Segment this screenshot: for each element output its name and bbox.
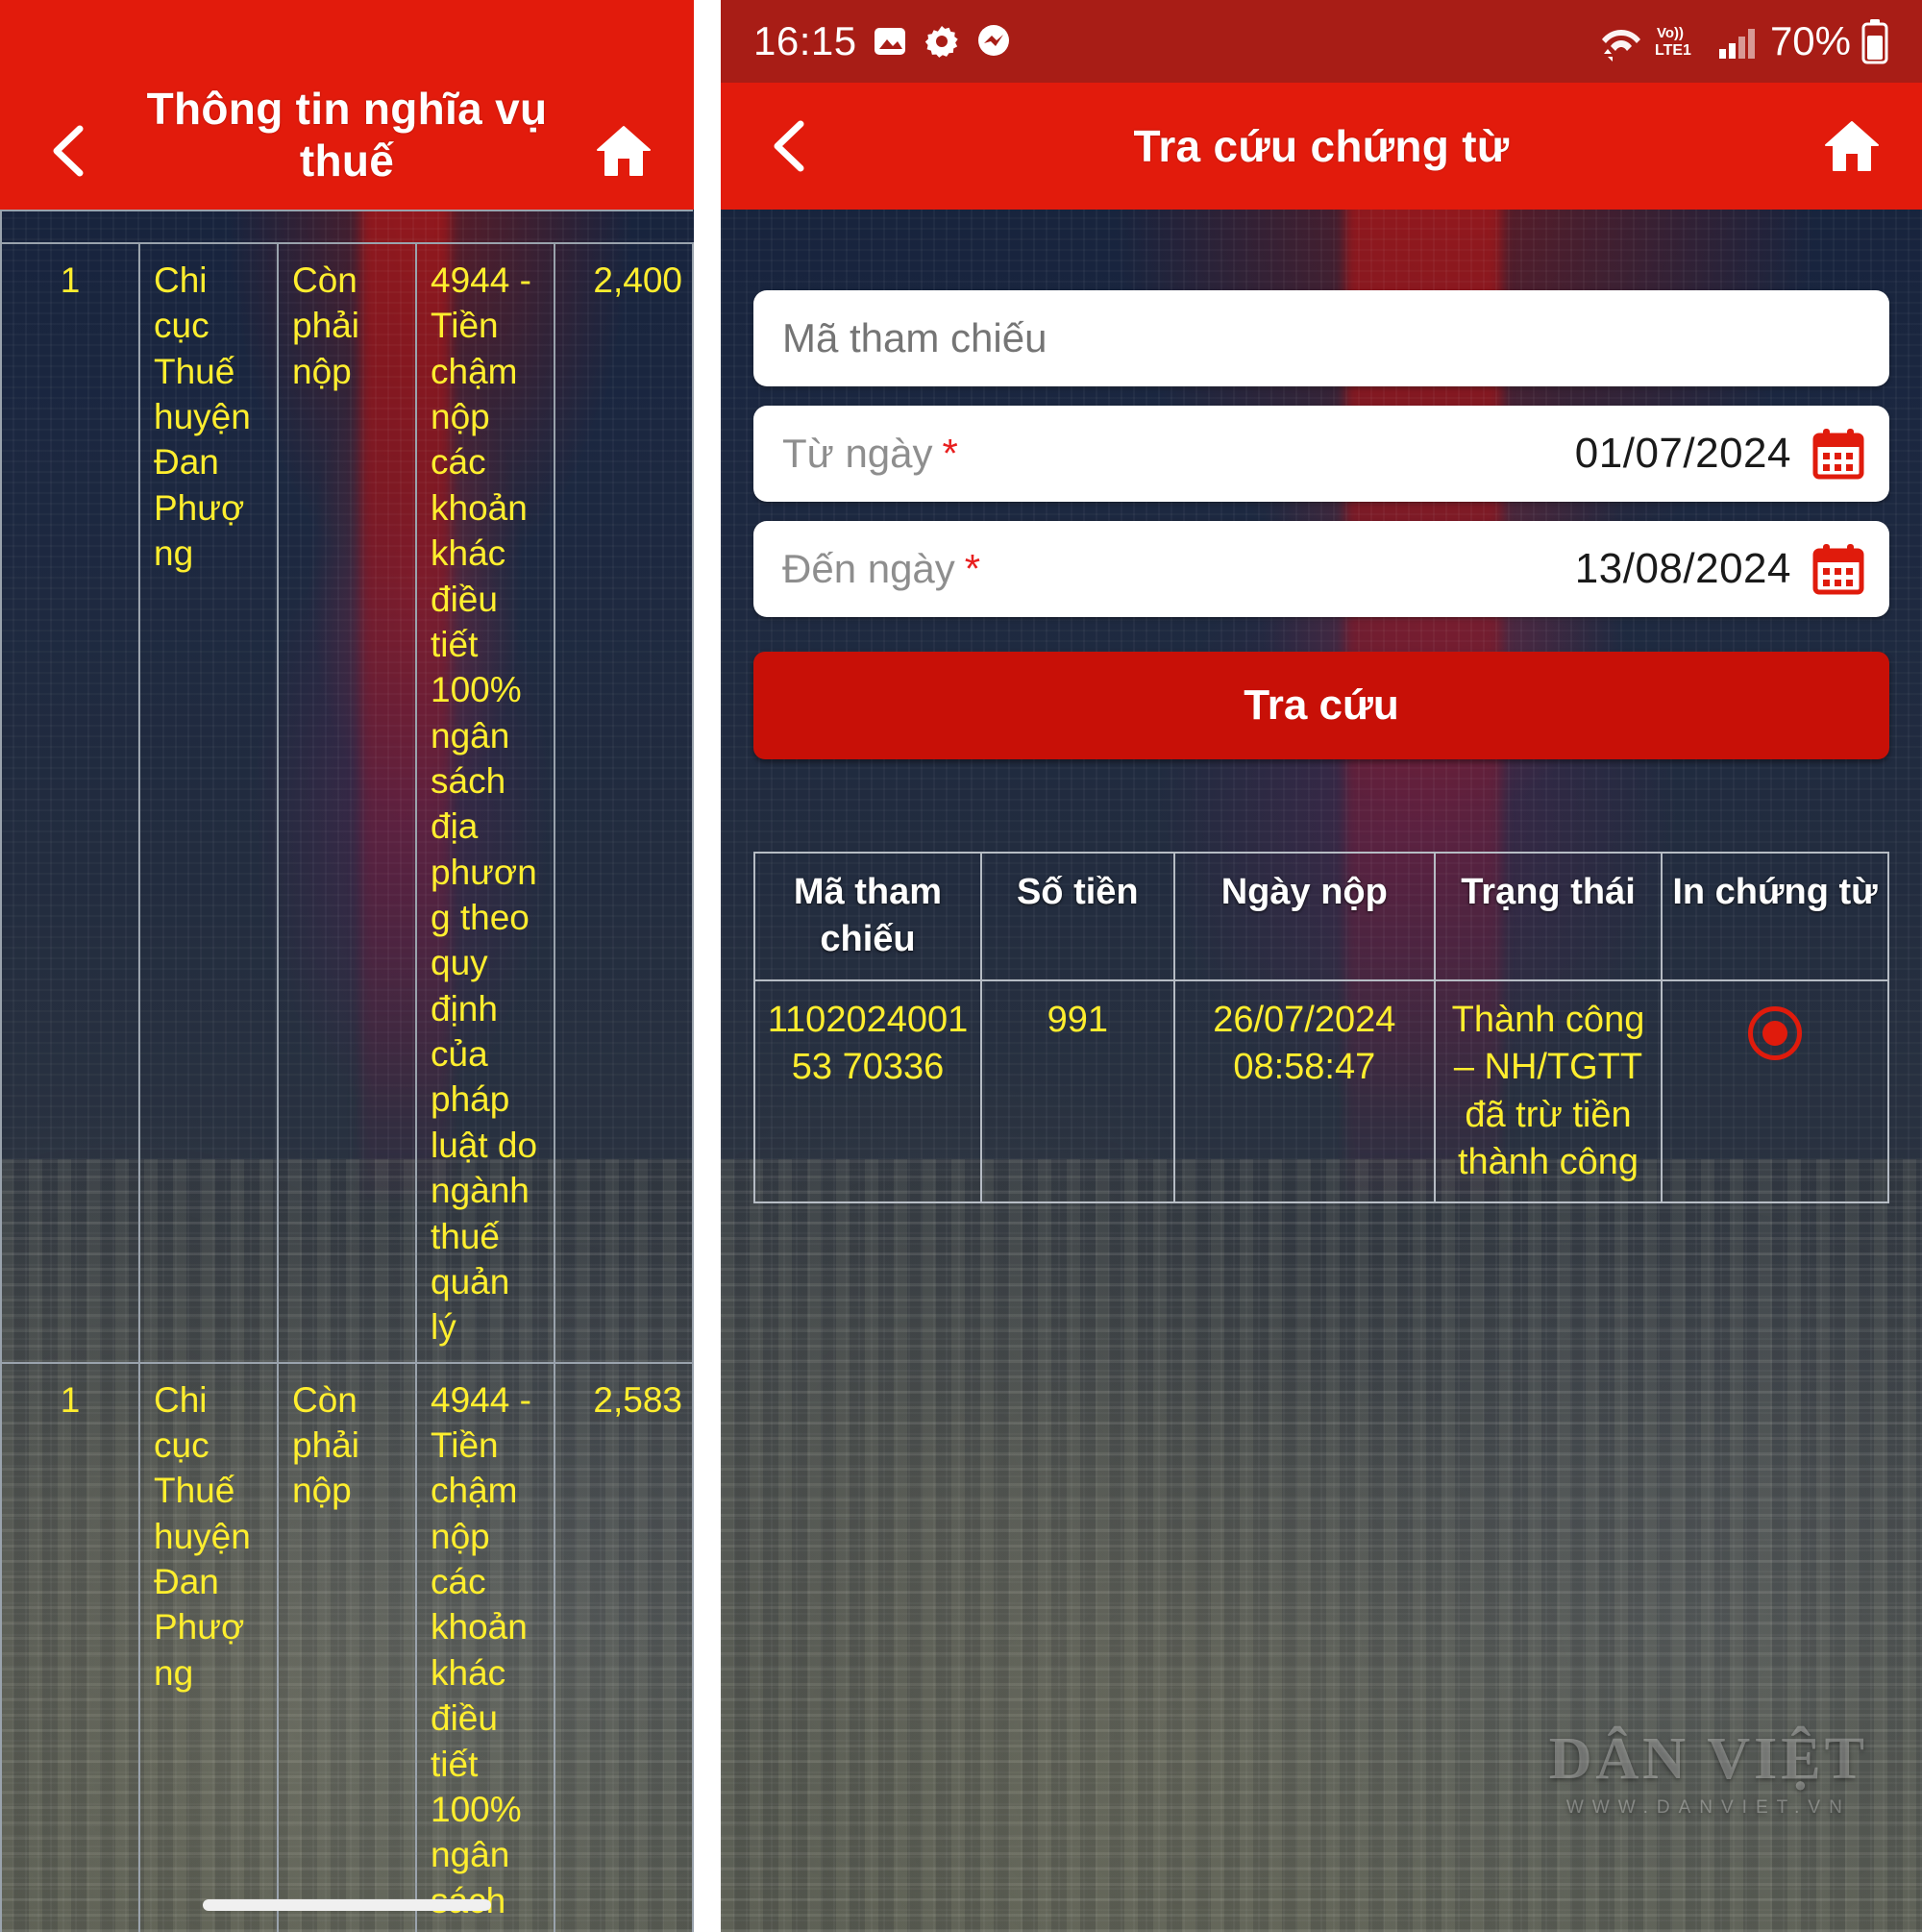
home-icon — [597, 126, 651, 176]
left-appbar: Thông tin nghĩa vụ thuế — [0, 0, 694, 210]
header-print-document: In chứng từ — [1660, 852, 1890, 981]
table-row[interactable]: 1 Chi cục Thuế huyện Đan Phượng Còn phải n… — [0, 1361, 694, 1932]
search-submit-button[interactable]: Tra cứu — [753, 652, 1889, 759]
left-page-title: Thông tin nghĩa vụ thuế — [146, 84, 548, 186]
from-date-value: 01/07/2024 — [1574, 430, 1791, 477]
calendar-icon — [1812, 429, 1864, 480]
android-status-bar: 16:15 Vo)) LTE1 70% — [721, 0, 1922, 83]
left-panel-body: 1 Chi cục Thuế huyện Đan Phượng Còn phải n… — [0, 210, 694, 1932]
lookup-form: Từ ngày * 01/07/2024 — [753, 210, 1889, 759]
cell-index: 1 — [0, 1361, 140, 1932]
cell-amount: 991 — [980, 978, 1175, 1204]
from-date-required-mark: * — [942, 431, 958, 476]
right-appbar: Tra cứu chứng từ — [721, 83, 1922, 210]
to-date-calendar-button[interactable] — [1812, 543, 1864, 595]
cell-amount: 2,583 — [554, 1361, 694, 1932]
header-amount: Số tiền — [980, 852, 1175, 981]
to-date-value: 13/08/2024 — [1574, 545, 1791, 592]
panel-gutter — [694, 0, 721, 1932]
calendar-icon — [1812, 544, 1864, 595]
home-indicator-left — [203, 1899, 491, 1911]
status-bar-right-cluster: Vo)) LTE1 70% — [1599, 18, 1889, 64]
left-screenshot-panel: Thông tin nghĩa vụ thuế 1 Chi cục Thuế hu… — [0, 0, 694, 1932]
chevron-left-icon — [53, 125, 84, 177]
table-spacer-row — [0, 210, 693, 243]
gear-icon — [924, 26, 958, 58]
from-date-field[interactable]: Từ ngày * 01/07/2024 — [753, 406, 1889, 502]
right-page-title: Tra cứu chứng từ — [1133, 121, 1510, 171]
table-row[interactable]: 1 Chi cục Thuế huyện Đan Phượng Còn phải n… — [0, 242, 694, 1364]
cell-status: Còn phải nộp — [277, 242, 417, 1364]
reference-code-field[interactable] — [753, 290, 1889, 386]
cell-status: Thành công – NH/TGTT đã trừ tiền thành c… — [1433, 978, 1663, 1204]
status-bar-left-cluster: 16:15 — [753, 18, 1013, 64]
right-panel-body: Từ ngày * 01/07/2024 — [721, 210, 1922, 1204]
header-reference-code: Mã tham chiếu — [753, 852, 982, 981]
cell-description: 4944 - Tiền chậm nộp các khoản khác điều… — [415, 1361, 555, 1932]
home-icon — [1825, 121, 1879, 171]
result-table-header-row: Mã tham chiếu Số tiền Ngày nộp Trạng thá… — [753, 852, 1890, 981]
cell-description: 4944 - Tiền chậm nộp các khoản khác điều… — [415, 242, 555, 1364]
from-date-label: Từ ngày — [782, 431, 933, 476]
right-screenshot-panel: 16:15 Vo)) LTE1 70% Tra cứu chứng từ Mã … — [721, 0, 1922, 1932]
svg-text:Vo)): Vo)) — [1657, 25, 1684, 41]
cell-status: Còn phải nộp — [277, 1361, 417, 1932]
wifi-icon — [1601, 30, 1640, 62]
cell-reference-code: 110202400153 70336 — [753, 978, 982, 1204]
from-date-calendar-button[interactable] — [1812, 428, 1864, 480]
to-date-field[interactable]: Đến ngày * 13/08/2024 — [753, 521, 1889, 617]
header-payment-date: Ngày nộp — [1172, 852, 1436, 981]
back-button-left[interactable] — [35, 115, 106, 186]
svg-text:LTE1: LTE1 — [1655, 42, 1691, 59]
cell-organization: Chi cục Thuế huyện Đan Phượng — [138, 242, 279, 1364]
status-bar-clock: 16:15 — [753, 18, 857, 63]
home-button-right[interactable] — [1816, 111, 1887, 182]
cell-payment-date: 26/07/2024 08:58:47 — [1172, 978, 1436, 1204]
cell-index: 1 — [0, 242, 140, 1364]
cell-organization: Chi cục Thuế huyện Đan Phượng — [138, 1361, 279, 1932]
battery-percent-label: 70% — [1769, 18, 1851, 63]
city-lower-buildings-right — [721, 1159, 1922, 1932]
signal-bars-icon — [1718, 29, 1755, 59]
print-record-icon[interactable] — [1747, 1005, 1802, 1060]
back-button-right[interactable] — [755, 111, 826, 182]
to-date-required-mark: * — [964, 546, 981, 591]
document-result-table: Mã tham chiếu Số tiền Ngày nộp Trạng thá… — [753, 852, 1890, 1204]
chevron-left-icon — [774, 120, 804, 172]
tax-obligation-table: 1 Chi cục Thuế huyện Đan Phượng Còn phải n… — [0, 210, 694, 1932]
result-table-row[interactable]: 110202400153 70336 991 26/07/2024 08:58:47… — [753, 978, 1890, 1204]
cell-print-document — [1660, 978, 1890, 1204]
header-status: Trạng thái — [1433, 852, 1663, 981]
to-date-label: Đến ngày — [782, 546, 955, 591]
home-button-left[interactable] — [588, 115, 659, 186]
battery-icon — [1861, 19, 1888, 64]
volte-lte-icon: Vo)) LTE1 — [1655, 25, 1691, 59]
photo-icon — [874, 28, 905, 55]
messenger-icon — [977, 25, 1009, 56]
cell-amount: 2,400 — [554, 242, 694, 1364]
reference-code-input[interactable] — [782, 315, 1864, 361]
